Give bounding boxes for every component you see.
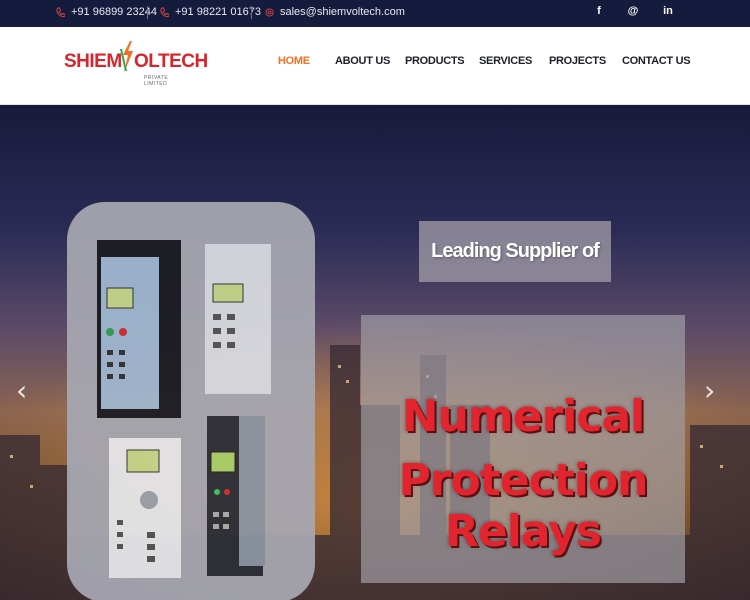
bolt-icon (120, 41, 133, 73)
hero-slider: ‹ › Leading Supplier of Numerical Protec… (0, 105, 750, 600)
hero-headline-line-1: Numerical (401, 391, 645, 442)
company-logo[interactable]: SHIEM OLTECH PRIVATE LIMITED (64, 41, 208, 87)
nav-home[interactable]: HOME (278, 55, 310, 67)
phone-1[interactable]: +91 96899 23244 (56, 6, 157, 18)
hero-tagline: Leading Supplier of (431, 240, 600, 262)
nav-services[interactable]: SERVICES (479, 55, 532, 67)
facebook-icon[interactable]: f (591, 5, 607, 17)
divider (147, 6, 148, 19)
nav-products[interactable]: PRODUCTS (405, 55, 465, 67)
phone-2[interactable]: +91 98221 01673 (160, 6, 261, 18)
linkedin-icon[interactable]: in (660, 5, 676, 17)
slider-next-arrow[interactable]: › (704, 377, 718, 407)
logo-text-right: OLTECH (134, 51, 208, 72)
hero-headline-line-2: Protection Relays (398, 455, 649, 557)
divider (251, 6, 252, 19)
site-header: SHIEM OLTECH PRIVATE LIMITED HOME ABOUT … (0, 27, 750, 105)
nav-contact-us[interactable]: CONTACT US (622, 55, 691, 67)
slider-prev-arrow[interactable]: ‹ (16, 377, 30, 407)
email-text: sales@shiemvoltech.com (280, 6, 405, 18)
product-image-card (67, 202, 315, 600)
top-contact-bar: +91 96899 23244 +91 98221 01673 sales@sh… (0, 0, 750, 27)
headline-box: Numerical Protection Relays (361, 315, 685, 583)
phone-2-text: +91 98221 01673 (175, 6, 261, 18)
email-link[interactable]: sales@shiemvoltech.com (265, 6, 405, 18)
tagline-box: Leading Supplier of (419, 221, 611, 282)
at-icon (265, 7, 274, 17)
logo-text-left: SHIEM (64, 51, 122, 72)
logo-subtext: PRIVATE LIMITED (144, 75, 169, 87)
nav-projects[interactable]: PROJECTS (549, 55, 606, 67)
phone-1-text: +91 96899 23244 (71, 6, 157, 18)
instagram-icon[interactable]: @ (625, 5, 641, 17)
nav-about-us[interactable]: ABOUT US (335, 55, 390, 67)
phone-icon (56, 7, 65, 17)
phone-icon (160, 7, 169, 17)
relay-devices-image (97, 240, 271, 578)
